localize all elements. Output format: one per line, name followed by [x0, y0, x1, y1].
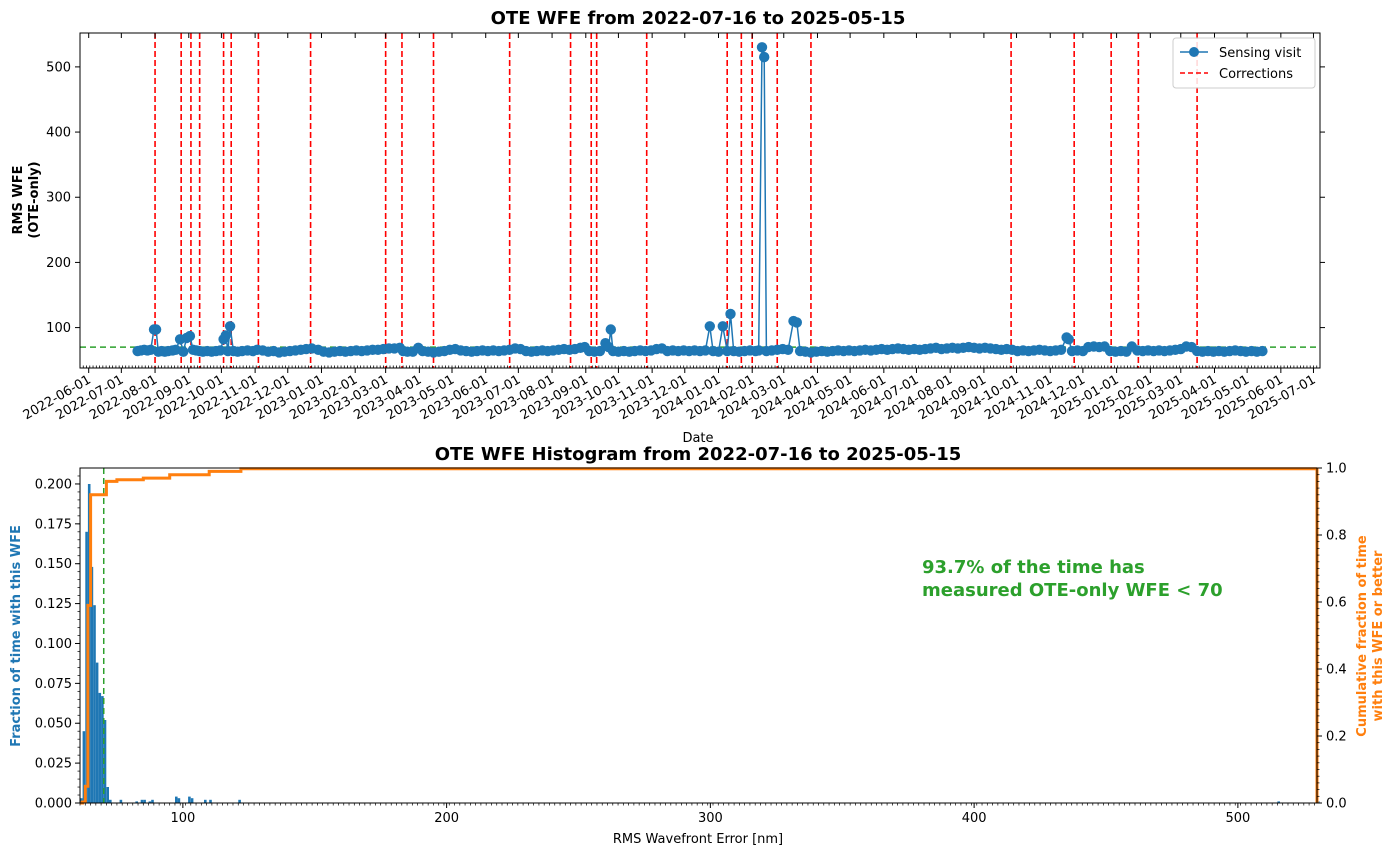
histogram-bar — [106, 787, 109, 803]
bottom-right-y-tick-label: 0.4 — [1326, 663, 1347, 678]
bottom-right-y-axis-label-line2: with this WFE or better — [1371, 550, 1386, 722]
bottom-left-y-tick-label: 0.050 — [35, 717, 72, 732]
legend-sensing-label: Sensing visit — [1219, 46, 1301, 61]
top-y-tick-label: 100 — [46, 321, 71, 336]
bottom-left-y-tick-label: 0.025 — [35, 757, 72, 772]
bottom-x-axis-label: RMS Wavefront Error [nm] — [613, 832, 783, 847]
sensing-visit-point — [1055, 344, 1067, 355]
bottom-right-y-axis-label-line1: Cumulative fraction of time — [1355, 535, 1370, 737]
top-y-axis-label: RMS WFE (OTE-only) — [11, 161, 42, 238]
bottom-x-tick-label: 200 — [434, 811, 459, 826]
histogram-bar — [175, 796, 178, 803]
histogram-bar — [177, 798, 181, 803]
bottom-right-y-tick-label: 1.0 — [1326, 462, 1347, 477]
bottom-right-y-tick-label: 0.0 — [1326, 797, 1347, 812]
bottom-right-y-tick-label: 0.8 — [1326, 529, 1347, 544]
bottom-left-y-tick-label: 0.150 — [35, 557, 72, 572]
sensing-visit-point — [704, 321, 715, 332]
figure-background — [0, 0, 1396, 856]
bottom-left-y-axis-label: Fraction of time with this WFE — [9, 525, 24, 747]
bottom-x-tick-label: 100 — [170, 811, 195, 826]
sensing-visit-point — [220, 330, 231, 341]
sensing-visit-point — [791, 317, 802, 328]
sensing-visit-point — [184, 330, 196, 342]
sensing-visit-point — [1257, 345, 1268, 357]
bottom-left-y-tick-label: 0.075 — [35, 677, 72, 692]
legend-corrections-label: Corrections — [1219, 67, 1293, 82]
top-y-tick-label: 300 — [46, 191, 71, 206]
top-y-tick-label: 200 — [46, 256, 71, 271]
sensing-visit-point — [178, 346, 189, 357]
bottom-left-y-tick-label: 0.000 — [35, 797, 72, 812]
sensing-visit-point — [224, 321, 236, 332]
legend: Sensing visit Corrections — [1172, 37, 1316, 89]
bottom-left-y-tick-label: 0.125 — [35, 597, 72, 612]
annotation-line1: 93.7% of the time has — [922, 557, 1145, 578]
sensing-visit-point — [725, 308, 736, 320]
histogram-bar — [93, 605, 96, 803]
bottom-x-tick-label: 400 — [962, 811, 987, 826]
histogram-bar — [190, 798, 194, 803]
histogram-bar — [188, 796, 191, 803]
top-chart-title: OTE WFE from 2022-07-16 to 2025-05-15 — [491, 8, 906, 29]
sensing-visit-point — [759, 51, 770, 63]
legend-sensing-marker — [1189, 47, 1199, 57]
bottom-right-y-tick-label: 0.2 — [1326, 730, 1347, 745]
bottom-left-y-tick-label: 0.175 — [35, 517, 72, 532]
top-y-tick-label: 500 — [46, 60, 71, 75]
top-y-axis-label-line2: (OTE-only) — [27, 161, 42, 238]
bottom-right-y-axis-label: Cumulative fraction of time with this WF… — [1355, 535, 1386, 737]
bottom-x-tick-label: 300 — [698, 811, 723, 826]
sensing-visit-point — [150, 324, 162, 335]
top-y-tick-label: 400 — [46, 126, 71, 141]
top-y-axis-label-line1: RMS WFE — [11, 166, 26, 235]
sensing-visit-point — [717, 321, 728, 332]
sensing-visit-point — [782, 344, 794, 355]
sensing-visit-point — [1063, 334, 1074, 345]
annotation-line2: measured OTE-only WFE < 70 — [922, 580, 1223, 601]
bottom-left-y-tick-label: 0.100 — [35, 637, 72, 652]
chart-figure: OTE WFE from 2022-07-16 to 2025-05-15 10… — [0, 0, 1396, 856]
histogram-bar — [98, 692, 102, 803]
bottom-left-y-tick-label: 0.200 — [35, 477, 72, 492]
histogram-bar — [95, 662, 99, 803]
bottom-chart-title: OTE WFE Histogram from 2022-07-16 to 202… — [435, 444, 962, 465]
bottom-right-y-tick-label: 0.6 — [1326, 596, 1347, 611]
sensing-visit-point — [605, 324, 616, 335]
sensing-visit-point — [756, 42, 768, 53]
bottom-x-tick-label: 500 — [1225, 811, 1250, 826]
